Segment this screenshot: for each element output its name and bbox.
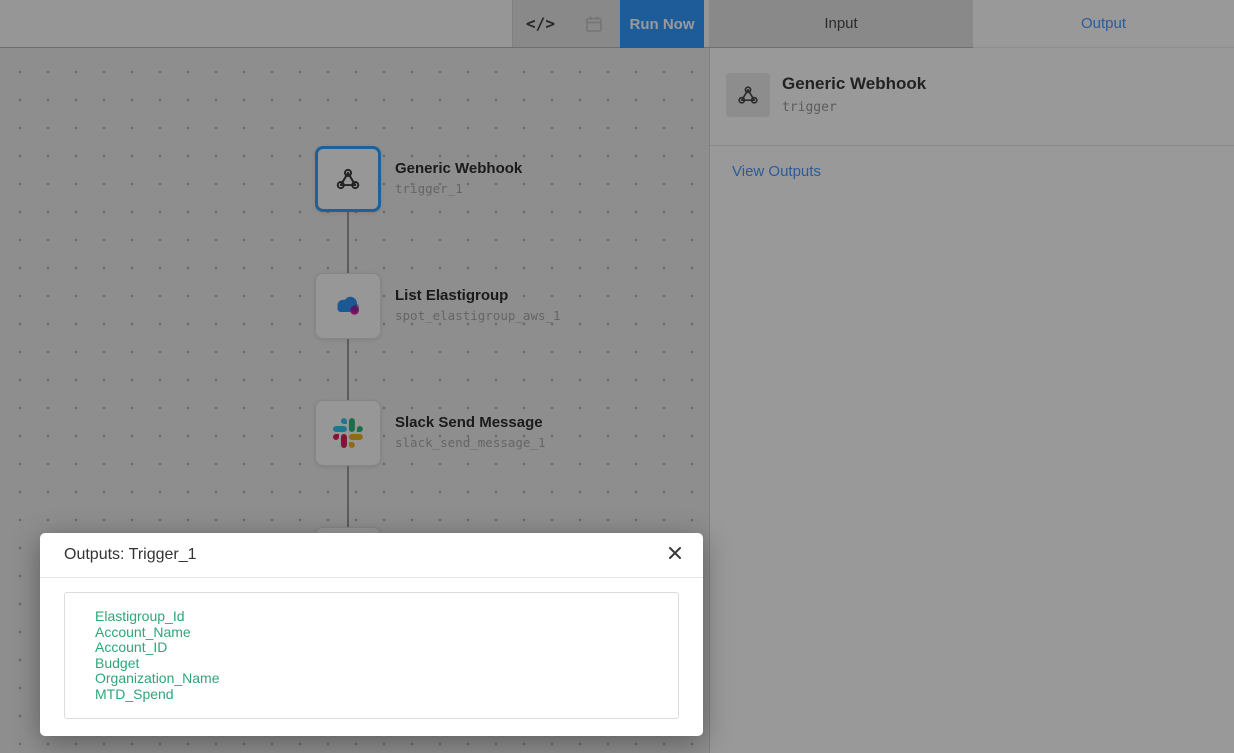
modal-title: Outputs: Trigger_1 [64,546,197,564]
output-item: Elastigroup_Id [95,609,648,625]
output-item: Organization_Name [95,671,648,687]
modal-body: Elastigroup_Id Account_Name Account_ID B… [40,578,703,719]
outputs-list: Elastigroup_Id Account_Name Account_ID B… [64,592,679,719]
output-item: Budget [95,656,648,672]
outputs-modal: Outputs: Trigger_1 Elastigroup_Id Accoun… [40,533,703,736]
close-icon [668,546,682,560]
close-button[interactable] [661,539,689,567]
output-item: Account_ID [95,640,648,656]
modal-header: Outputs: Trigger_1 [40,533,703,578]
output-item: MTD_Spend [95,687,648,703]
output-item: Account_Name [95,625,648,641]
workflow-editor: </> Run Now Input Output [0,0,1234,753]
